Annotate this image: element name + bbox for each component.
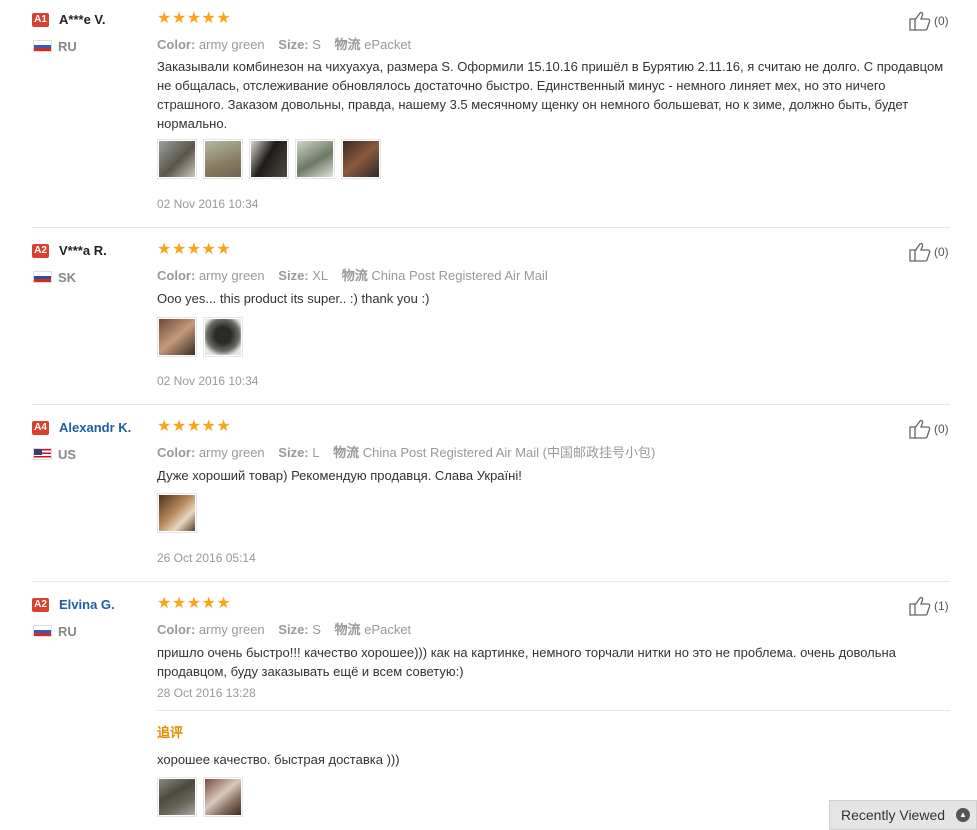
review-text: Ooo yes... this product its super.. :) t… (157, 291, 430, 306)
review-photos (157, 493, 197, 533)
review-photo[interactable] (157, 139, 197, 179)
helpful-button[interactable]: (0) (908, 242, 949, 262)
additional-review-divider (157, 710, 950, 711)
helpful-button[interactable]: (0) (908, 11, 949, 31)
review-photos (157, 139, 381, 179)
review-date: 26 Oct 2016 05:14 (157, 551, 256, 565)
additional-review-text: хорошее качество. быстрая доставка ))) (157, 752, 400, 767)
order-info: Color: army green Size: S 物流 ePacket (157, 622, 412, 637)
thumbs-up-icon (909, 596, 931, 616)
flag-ru-icon (33, 625, 52, 637)
review-photo[interactable] (157, 777, 197, 817)
review-text: Дуже хороший товар) Рекомендую продавця.… (157, 468, 522, 483)
helpful-count: (0) (934, 422, 949, 436)
review-date: 02 Nov 2016 10:34 (157, 197, 259, 211)
review-photos (157, 777, 243, 817)
buyer-level-badge: A2 (32, 244, 49, 258)
review-photos (157, 317, 243, 357)
review-photo[interactable] (203, 139, 243, 179)
buyer-name: A***e V. (59, 12, 106, 27)
buyer-country: RU (58, 624, 77, 639)
star-rating: ★★★★★ (157, 10, 232, 27)
review-photo[interactable] (157, 493, 197, 533)
buyer-name[interactable]: Alexandr K. (59, 420, 131, 435)
order-info: Color: army green Size: L 物流 China Post … (157, 445, 656, 460)
review-photo[interactable] (249, 139, 289, 179)
star-rating: ★★★★★ (157, 241, 232, 258)
chevron-up-icon: ▲ (956, 808, 970, 822)
review-photo[interactable] (203, 777, 243, 817)
helpful-button[interactable]: (1) (908, 596, 949, 616)
order-info: Color: army green Size: XL 物流 China Post… (157, 268, 548, 283)
review-photo[interactable] (295, 139, 335, 179)
helpful-count: (0) (934, 245, 949, 259)
additional-review-title: 追评 (157, 725, 184, 740)
buyer-level-badge: A2 (32, 598, 49, 612)
buyer-name: V***a R. (59, 243, 107, 258)
flag-ru-icon (33, 40, 52, 52)
review-text: Заказывали комбинезон на чихуахуа, разме… (157, 59, 944, 131)
order-info: Color: army green Size: S 物流 ePacket (157, 37, 412, 52)
review-date: 02 Nov 2016 10:34 (157, 374, 259, 388)
flag-us-icon (33, 448, 52, 460)
review-photo[interactable] (341, 139, 381, 179)
review-date: 28 Oct 2016 13:28 (157, 686, 256, 700)
buyer-level-badge: A4 (32, 421, 49, 435)
helpful-count: (1) (934, 599, 949, 613)
recently-viewed-label: Recently Viewed (841, 807, 946, 823)
thumbs-up-icon (909, 419, 931, 439)
thumbs-up-icon (909, 11, 931, 31)
review-photo[interactable] (157, 317, 197, 357)
review-divider (32, 404, 950, 405)
buyer-level-badge: A1 (32, 13, 49, 27)
helpful-button[interactable]: (0) (908, 419, 949, 439)
star-rating: ★★★★★ (157, 418, 232, 435)
flag-sk-icon (33, 271, 52, 283)
review-text: пришло очень быстро!!! качество хорошее)… (157, 645, 896, 679)
review-photo[interactable] (203, 317, 243, 357)
buyer-country: SK (58, 270, 77, 285)
helpful-count: (0) (934, 14, 949, 28)
buyer-country: RU (58, 39, 77, 54)
buyer-name[interactable]: Elvina G. (59, 597, 115, 612)
thumbs-up-icon (909, 242, 931, 262)
buyer-country: US (58, 447, 77, 462)
recently-viewed-tab[interactable]: Recently Viewed ▲ (829, 800, 977, 830)
star-rating: ★★★★★ (157, 595, 232, 612)
review-divider (32, 227, 950, 228)
review-divider (32, 581, 950, 582)
